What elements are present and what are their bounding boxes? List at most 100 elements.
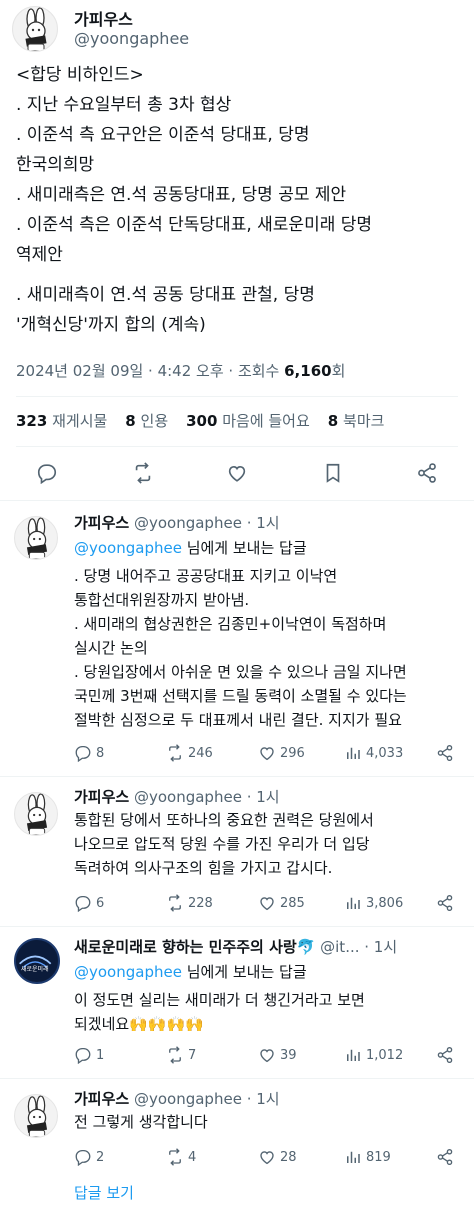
views-count-button[interactable]: 3,806 [344, 894, 403, 912]
share-icon [418, 463, 436, 483]
replying-to: @yoongaphee 님에게 보내는 답글 [74, 963, 307, 981]
author-handle[interactable]: @yoongaphee [74, 29, 189, 48]
divider [0, 926, 474, 927]
avatar[interactable] [14, 792, 58, 836]
replying-to-handle[interactable]: @yoongaphee [74, 539, 182, 557]
sunrise-logo-icon [16, 940, 55, 979]
divider [0, 500, 474, 501]
rabbit-avatar-icon [26, 517, 48, 559]
reply-line: 전 그렇게 생각합니다 [74, 1113, 208, 1131]
reply-line: 이 정도면 실리는 새미래가 더 챙긴거라고 보면 [74, 991, 365, 1009]
quote-stat[interactable]: 8 인용 [125, 410, 168, 431]
like-stat[interactable]: 300 마음에 들어요 [186, 410, 310, 431]
reply-button[interactable] [36, 462, 58, 484]
bookmark-stat[interactable]: 8 북마크 [328, 410, 385, 431]
avatar[interactable] [14, 1094, 58, 1138]
tweet-line: 한국의희망 [16, 155, 95, 175]
tweet-line: . 새미래측이 연.석 공동 당대표 관철, 당명 [16, 285, 315, 305]
reply-count-button[interactable]: 2 [74, 1148, 104, 1166]
reply-author[interactable]: 새로운미래로 향하는 민주주의 사랑🐬 [74, 938, 315, 956]
reply-handle-time[interactable]: @yoongaphee · 1시 [134, 1090, 280, 1108]
like-button[interactable] [226, 462, 248, 484]
retweet-count-button[interactable]: 7 [166, 1046, 196, 1064]
heart-icon [228, 465, 246, 482]
share-button[interactable] [436, 744, 454, 762]
reply-line: 되겠네요🙌🙌🙌🙌 [74, 1015, 204, 1033]
reply-line: 실시간 논의 [74, 639, 148, 657]
reply-icon [75, 1149, 91, 1166]
avatar[interactable] [14, 516, 58, 560]
tweet-line: . 지난 수요일부터 총 3차 협상 [16, 95, 232, 115]
avatar[interactable]: 새로운미래 [14, 938, 60, 984]
reply-author[interactable]: 가피우스 [74, 514, 129, 532]
retweet-count-button[interactable]: 246 [166, 744, 213, 762]
reply-line: 나오므로 압도적 당원 수를 가진 우리가 더 입당 [74, 835, 370, 853]
reply-line: . 새미래의 협상권한은 김종민+이낙연이 독점하며 [74, 615, 387, 633]
like-count-button[interactable]: 28 [258, 1148, 297, 1166]
views-icon [347, 1151, 360, 1163]
share-icon [437, 744, 453, 762]
tweet-line: . 새미래측은 연.석 공동당대표, 당명 공모 제안 [16, 185, 347, 205]
avatar-logo-text: 새로운미래 [21, 966, 49, 973]
share-button[interactable] [436, 1046, 454, 1064]
tweet-line: . 이준석 측은 이준석 단독당대표, 새로운미래 당명 [16, 215, 373, 235]
tweet-line: 역제안 [16, 245, 63, 265]
views-icon [347, 897, 360, 909]
reply-header: 가피우스 @yoongaphee · 1시 [74, 786, 280, 807]
reply-count-button[interactable]: 8 [74, 744, 104, 762]
reply-icon [75, 1047, 91, 1064]
reply-count-button[interactable]: 1 [74, 1046, 104, 1064]
views-icon [347, 747, 360, 759]
reply-line: 국민께 3번째 선택지를 드릴 동력이 소멸될 수 있다는 [74, 687, 407, 705]
like-count-button[interactable]: 39 [258, 1046, 297, 1064]
divider [16, 446, 458, 447]
divider [0, 776, 474, 777]
heart-icon [260, 1049, 274, 1063]
reply-line: 독려하여 의사구조의 힘을 가지고 갑시다. [74, 859, 333, 877]
reply-count-button[interactable]: 6 [74, 894, 104, 912]
reply-line: . 당원입장에서 아쉬운 면 있을 수 있으나 금일 지나면 [74, 663, 407, 681]
retweet-icon [169, 894, 181, 912]
view-suffix: 회 [331, 362, 346, 380]
share-button[interactable] [436, 1148, 454, 1166]
heart-icon [260, 1151, 274, 1165]
retweet-icon [169, 744, 181, 762]
views-count-button[interactable]: 819 [344, 1148, 391, 1166]
replying-to-handle[interactable]: @yoongaphee [74, 963, 182, 981]
date-text: 2024년 02월 09일 · 4:42 오후 · 조회수 [16, 362, 285, 380]
share-button[interactable] [436, 894, 454, 912]
views-count-button[interactable]: 4,033 [344, 744, 403, 762]
divider [0, 1078, 474, 1079]
reply-handle-time[interactable]: @it... · 1시 [320, 938, 397, 956]
rabbit-avatar-icon [26, 793, 48, 835]
retweet-count-button[interactable]: 4 [166, 1148, 196, 1166]
like-count-button[interactable]: 296 [258, 744, 305, 762]
tweet-timestamp[interactable]: 2024년 02월 09일 · 4:42 오후 · 조회수 6,160회 [16, 360, 345, 381]
share-button[interactable] [416, 462, 438, 484]
replying-to: @yoongaphee 님에게 보내는 답글 [74, 539, 307, 557]
tweet-stats: 323 재게시물 8 인용 300 마음에 들어요 8 북마크 [16, 410, 384, 431]
reply-author[interactable]: 가피우스 [74, 1090, 129, 1108]
views-icon [347, 1049, 360, 1061]
reply-author[interactable]: 가피우스 [74, 788, 129, 806]
like-count-button[interactable]: 285 [258, 894, 305, 912]
views-count-button[interactable]: 1,012 [344, 1046, 403, 1064]
reply-handle-time[interactable]: @yoongaphee · 1시 [134, 788, 280, 806]
share-icon [437, 1148, 453, 1166]
show-replies-link[interactable]: 답글 보기 [74, 1182, 134, 1203]
reply-header: 가피우스 @yoongaphee · 1시 [74, 1088, 280, 1109]
heart-icon [260, 897, 274, 911]
retweet-stat[interactable]: 323 재게시물 [16, 410, 107, 431]
tweet-line: . 이준석 측 요구안은 이준석 당대표, 당명 [16, 125, 310, 145]
retweet-count-button[interactable]: 228 [166, 894, 213, 912]
reply-handle-time[interactable]: @yoongaphee · 1시 [134, 514, 280, 532]
reply-line: 통합된 당에서 또하나의 중요한 권력은 당원에서 [74, 811, 374, 829]
retweet-icon [135, 462, 151, 484]
author-name[interactable]: 가피우스 [74, 6, 133, 30]
rabbit-avatar-icon [25, 7, 47, 51]
reply-line: 통합선대위원장까지 받아냄. [74, 591, 250, 609]
retweet-button[interactable] [132, 462, 154, 484]
reply-header: 새로운미래로 향하는 민주주의 사랑🐬 @it... · 1시 [74, 936, 466, 957]
avatar[interactable] [12, 6, 58, 52]
bookmark-button[interactable] [322, 462, 344, 484]
